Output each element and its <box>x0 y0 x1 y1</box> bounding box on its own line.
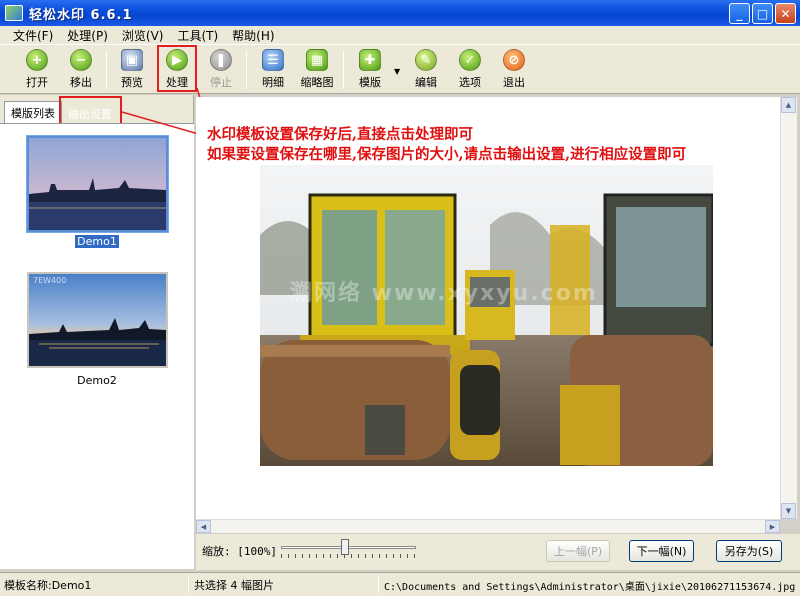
next-image-button[interactable]: 下一幅(N) <box>629 540 694 562</box>
status-file-path: C:\Documents and Settings\Administrator\… <box>384 582 796 593</box>
preview-photo: 溯网络 www.xyxyu.com <box>260 165 713 466</box>
zoom-slider-ticks <box>281 554 416 558</box>
zoom-label: 缩放: [100%] <box>202 545 277 558</box>
save-as-button[interactable]: 另存为(S) <box>716 540 782 562</box>
prev-image-button[interactable]: 上一幅(P) <box>546 540 610 562</box>
scroll-left-icon[interactable]: ◀ <box>196 520 211 533</box>
annotation-line-1: 水印模板设置保存好后,直接点击处理即可 <box>207 126 474 143</box>
scroll-up-icon[interactable]: ▲ <box>781 97 796 113</box>
photo-watermark: 溯网络 www.xyxyu.com <box>290 281 598 306</box>
scroll-down-icon[interactable]: ▼ <box>781 503 796 519</box>
status-selected-count: 共选择 4 幅图片 <box>194 579 274 592</box>
scroll-right-icon[interactable]: ▶ <box>765 520 780 533</box>
status-template-name: 模板名称:Demo1 <box>4 579 92 592</box>
preview-controls: 缩放: [100%] 上一幅(P) 下一幅(N) 另存为(S) <box>196 534 800 570</box>
annotation-line-2: 如果要设置保存在哪里,保存图片的大小,请点击输出设置,进行相应设置即可 <box>207 146 687 163</box>
status-bar: 模板名称:Demo1 共选择 4 幅图片 C:\Documents and Se… <box>0 572 800 596</box>
road-roller-photo <box>260 165 713 466</box>
horizontal-scrollbar[interactable]: ◀ ▶ <box>196 519 780 533</box>
zoom-slider-thumb[interactable] <box>341 539 349 555</box>
vertical-scrollbar[interactable]: ▲ ▼ <box>780 97 797 519</box>
